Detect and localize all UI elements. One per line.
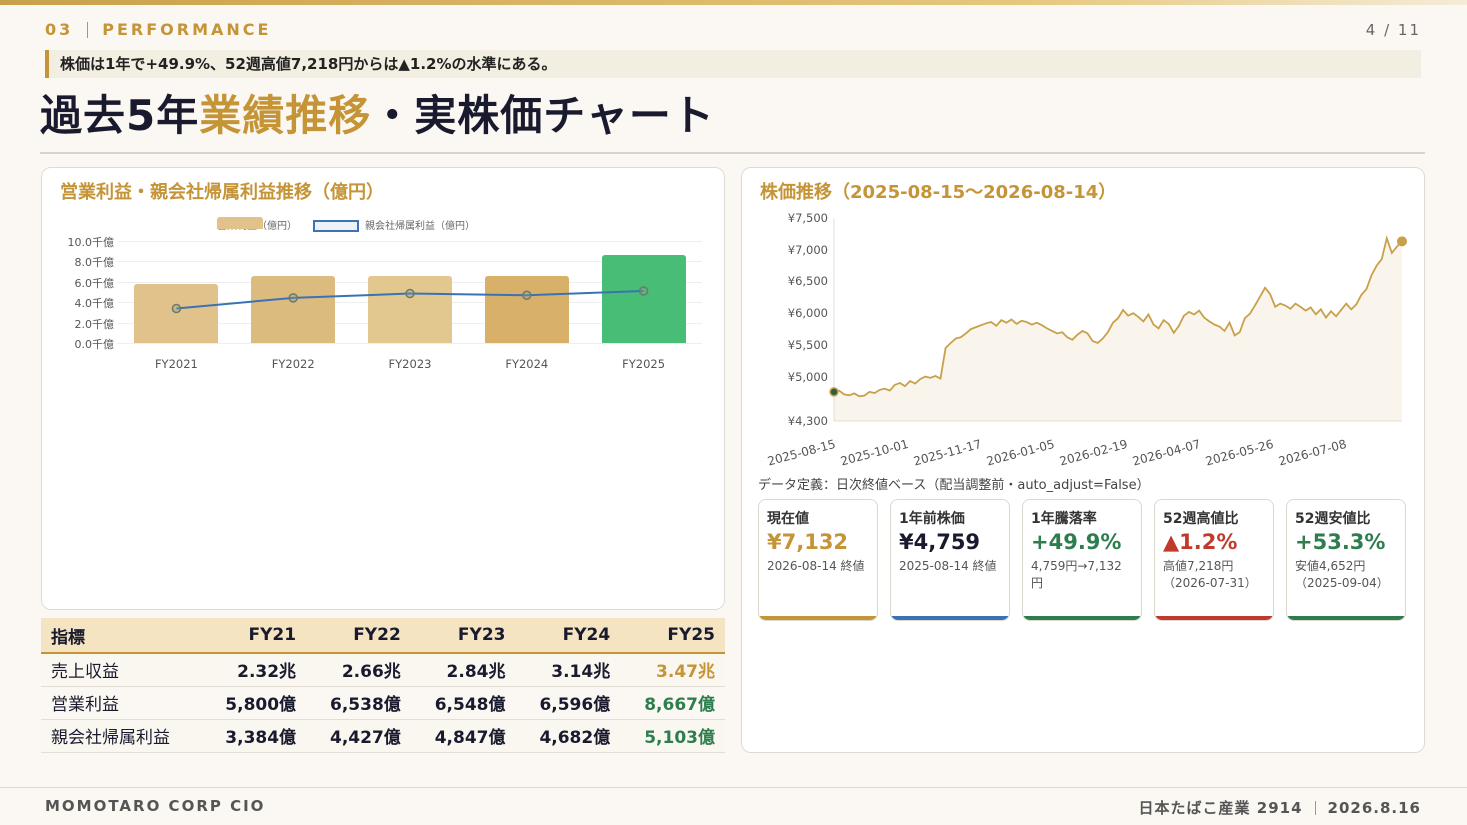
- row-label: 売上収益: [41, 653, 202, 687]
- kpi-card-1y-change: 1年騰落率 +49.9% 4,759円→7,132円: [1022, 499, 1142, 621]
- table-header: FY24: [515, 618, 621, 654]
- table-row: 売上収益 2.32兆 2.66兆 2.84兆 3.14兆 3.47兆: [41, 653, 725, 687]
- data-definition: データ定義：日次終値ベース（配当調整前・auto_adjust=False）: [758, 478, 1150, 493]
- kpi-sub: 4,759円→7,132円: [1031, 559, 1122, 591]
- kpi-label: 1年前株価: [899, 511, 965, 527]
- kpi-accent-bar: [759, 616, 877, 620]
- page-title: 過去5年業績推移・実株価チャート: [40, 82, 715, 143]
- title-part-1: 過去5年: [40, 91, 200, 140]
- table-header: FY25: [620, 618, 725, 654]
- table-cell: 2.32兆: [201, 653, 307, 687]
- stock-y-tick-label: ¥6,500: [787, 274, 828, 289]
- kpi-label: 1年騰落率: [1031, 511, 1097, 527]
- stock-chart-panel: 株価推移（2025-08-15〜2026-08-14） ¥4,300 ¥5,000…: [741, 167, 1425, 753]
- table-header: 指標: [41, 618, 202, 654]
- table-cell: 5,800億: [201, 686, 307, 720]
- net-profit-point: [171, 303, 182, 314]
- kpi-value: ▲1.2%: [1163, 530, 1238, 554]
- footer-company: 日本たばこ産業 2914: [1138, 799, 1303, 817]
- footer-divider: [1314, 800, 1316, 815]
- earnings-chart-panel: 営業利益・親会社帰属利益推移（億円） 営業利益（億円） 親会社帰属利益（億円） …: [41, 167, 725, 610]
- kpi-sub: 高値7,218円（2026-07-31）: [1163, 559, 1257, 591]
- stock-y-tick-label: ¥5,500: [787, 337, 828, 352]
- kpi-sub: 2026-08-14 終値: [767, 559, 865, 573]
- stock-price-plot: [829, 218, 1407, 422]
- table-header: FY23: [410, 618, 516, 654]
- footer-date: 2026.8.16: [1327, 798, 1421, 817]
- kpi-sub: 2025-08-14 終値: [899, 559, 997, 573]
- stock-y-tick-label: ¥6,000: [787, 306, 828, 321]
- stock-price-area: [834, 238, 1402, 421]
- title-part-2: ・実株価チャート: [371, 91, 715, 140]
- net-profit-line-layer: [171, 286, 649, 314]
- kpi-value: ¥4,759: [899, 530, 981, 554]
- kpi-label: 52週安値比: [1295, 511, 1371, 527]
- footer-author: MOMOTARO CORP CIO: [45, 797, 266, 815]
- kpi-value: ¥7,132: [767, 530, 849, 554]
- stock-y-tick-label: ¥5,000: [787, 369, 828, 384]
- kpi-value: +49.9%: [1031, 530, 1122, 554]
- kpi-label: 現在値: [767, 511, 809, 527]
- kpi-card-current-price: 現在値 ¥7,132 2026-08-14 終値: [758, 499, 878, 621]
- kpi-card-vs-52w-low: 52週安値比 +53.3% 安値4,652円（2025-09-04）: [1286, 499, 1406, 621]
- kpi-label: 52週高値比: [1163, 511, 1239, 527]
- table-cell: 6,596億: [515, 686, 621, 720]
- key-message: 株価は1年で+49.9%、52週高値7,218円からは▲1.2%の水準にある。: [45, 50, 1421, 78]
- section-divider: [87, 21, 89, 38]
- net-profit-point: [405, 288, 415, 299]
- table-cell-latest: 3.47兆: [620, 653, 725, 687]
- net-profit-point: [638, 286, 649, 296]
- table-cell-latest: 5,103億: [620, 719, 725, 753]
- kpi-accent-bar: [1023, 616, 1141, 620]
- net-profit-point: [522, 290, 532, 300]
- table-cell: 4,427億: [306, 719, 411, 753]
- row-label: 親会社帰属利益: [41, 719, 202, 753]
- table-cell: 3,384億: [201, 719, 307, 753]
- kpi-accent-bar: [1155, 616, 1273, 620]
- table-row: 親会社帰属利益 3,384億 4,427億 4,847億 4,682億 5,10…: [41, 719, 725, 753]
- section-number: 03: [45, 20, 74, 39]
- footer-rule: [0, 787, 1467, 788]
- stock-y-tick-label: ¥7,500: [787, 211, 828, 225]
- table-cell: 2.84兆: [410, 653, 516, 687]
- table-header: FY21: [201, 618, 307, 654]
- kpi-cards: 現在値 ¥7,132 2026-08-14 終値 1年前株価 ¥4,759 20…: [758, 499, 1406, 621]
- table-cell: 6,538億: [306, 686, 411, 720]
- top-accent-bar: [0, 0, 1467, 5]
- footer-meta: 日本たばこ産業 2914 2026.8.16: [1139, 797, 1421, 818]
- row-label: 営業利益: [41, 686, 202, 720]
- table-cell: 4,847億: [410, 719, 516, 753]
- kpi-card-vs-52w-high: 52週高値比 ▲1.2% 高値7,218円（2026-07-31）: [1154, 499, 1274, 621]
- table-cell-latest: 8,667億: [620, 686, 725, 720]
- stock-y-tick-label: ¥7,000: [787, 242, 828, 257]
- table-cell: 4,682億: [515, 719, 621, 753]
- table-header-row: 指標 FY21 FY22 FY23 FY24 FY25: [41, 618, 725, 654]
- kpi-card-year-ago-price: 1年前株価 ¥4,759 2025-08-14 終値: [890, 499, 1010, 621]
- title-accent: 業績推移: [199, 91, 372, 140]
- kpi-accent-bar: [891, 616, 1009, 620]
- metrics-table: 指標 FY21 FY22 FY23 FY24 FY25 売上収益 2.32兆 2…: [41, 618, 725, 753]
- page-number: 4 / 11: [1365, 21, 1421, 39]
- stock-end-marker: [1397, 236, 1407, 247]
- table-cell: 3.14兆: [515, 653, 621, 687]
- section-name: PERFORMANCE: [102, 20, 272, 39]
- kpi-sub: 安値4,652円（2025-09-04）: [1295, 559, 1389, 591]
- net-profit-point: [288, 293, 298, 303]
- table-header: FY22: [306, 618, 411, 654]
- table-cell: 2.66兆: [306, 653, 411, 687]
- stock-y-tick-label: ¥4,300: [787, 414, 828, 428]
- table-row: 営業利益 5,800億 6,538億 6,548億 6,596億 8,667億: [41, 686, 725, 720]
- stock-start-marker: [829, 387, 839, 397]
- table-cell: 6,548億: [410, 686, 516, 720]
- section-label: 03 PERFORMANCE: [45, 20, 271, 39]
- kpi-accent-bar: [1287, 616, 1405, 620]
- kpi-value: +53.3%: [1295, 530, 1386, 554]
- title-rule: [40, 152, 1425, 154]
